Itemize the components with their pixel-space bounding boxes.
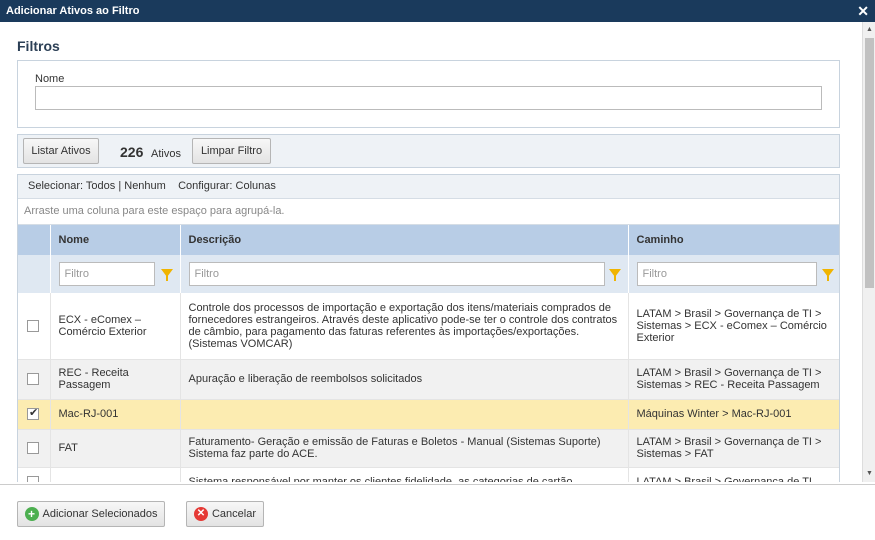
scrollbar-thumb[interactable]: [865, 38, 874, 288]
row-checkbox-checked[interactable]: [27, 406, 39, 420]
name-filter-cell: Filtro: [50, 255, 181, 293]
row-checkbox[interactable]: [27, 319, 39, 332]
toolbar: Listar Ativos 226 Ativos Limpar Filtro: [17, 134, 840, 168]
row-name: [50, 467, 181, 482]
cancel-button[interactable]: ✕ Cancelar: [186, 501, 264, 527]
group-drop-zone[interactable]: Arraste uma coluna para este espaço para…: [18, 199, 839, 225]
table-row-selected[interactable]: Mac-RJ-001 Máquinas Winter > Mac-RJ-001: [18, 399, 839, 430]
row-name: Mac-RJ-001: [50, 399, 181, 430]
select-separator: |: [118, 180, 122, 192]
list-assets-button[interactable]: Listar Ativos: [23, 138, 99, 164]
table-row[interactable]: FAT Faturamento- Geração e emissão de Fa…: [18, 429, 839, 468]
filter-cell-empty: [18, 255, 51, 293]
name-column-header[interactable]: Nome: [50, 225, 181, 255]
row-checkbox[interactable]: [27, 442, 39, 454]
filter-panel: Nome: [17, 60, 840, 128]
table-row[interactable]: REC - Receita Passagem Apuração e libera…: [18, 359, 839, 400]
vertical-scrollbar[interactable]: ▲ ▼: [862, 22, 875, 482]
select-none-link[interactable]: Nenhum: [124, 180, 166, 192]
row-name: ECX - eComex – Comércio Exterior: [50, 293, 181, 360]
configure-columns-link[interactable]: Colunas: [236, 180, 276, 192]
assets-table: Nome Descrição Caminho Filtro Filtro Fil…: [18, 225, 839, 482]
grid-toolbar: Selecionar: Todos | Nenhum Configurar: C…: [18, 175, 839, 199]
row-checkbox[interactable]: [27, 373, 39, 385]
cancel-x-icon: ✕: [193, 507, 208, 522]
description-filter-cell: Filtro: [180, 255, 629, 293]
select-label: Selecionar:: [28, 180, 84, 192]
row-description: [180, 399, 629, 430]
row-description: Faturamento- Geração e emissão de Fatura…: [180, 429, 629, 468]
description-filter-input[interactable]: Filtro: [188, 262, 605, 286]
name-filter-input[interactable]: Filtro: [58, 262, 155, 286]
description-filter-funnel-icon[interactable]: [608, 269, 621, 281]
path-filter-cell: Filtro: [628, 255, 839, 293]
row-description: Sistema responsável por manter os client…: [180, 467, 629, 482]
close-icon[interactable]: ✕: [857, 0, 869, 22]
row-path: Máquinas Winter > Mac-RJ-001: [628, 399, 839, 430]
window-title: Adicionar Ativos ao Filtro: [6, 5, 140, 17]
select-all-link[interactable]: Todos: [86, 180, 115, 192]
table-row[interactable]: Sistema responsável por manter os client…: [18, 467, 839, 482]
scroll-up-arrow-icon[interactable]: ▲: [863, 24, 875, 36]
cancel-label: Cancelar: [211, 508, 257, 520]
checkbox-column-header: [18, 225, 51, 255]
name-label: Nome: [35, 73, 65, 85]
row-description: Controle dos processos de importação e e…: [180, 293, 629, 360]
window-titlebar: Adicionar Ativos ao Filtro ✕: [0, 0, 875, 22]
path-filter-input[interactable]: Filtro: [636, 262, 817, 286]
dialog-content: Filtros Nome Listar Ativos 226 Ativos Li…: [0, 22, 862, 482]
row-path: LATAM > Brasil > Governança de TI > Sist…: [628, 429, 839, 468]
configure-label: Configurar:: [178, 180, 233, 192]
clear-filter-button[interactable]: Limpar Filtro: [192, 138, 271, 164]
row-name: REC - Receita Passagem: [50, 359, 181, 400]
path-column-header[interactable]: Caminho: [628, 225, 839, 255]
table-row[interactable]: ECX - eComex – Comércio Exterior Control…: [18, 293, 839, 360]
row-path: LATAM > Brasil > Governança de TI: [628, 467, 839, 482]
name-filter-funnel-icon[interactable]: [160, 269, 173, 281]
asset-count: 226: [120, 144, 144, 160]
row-checkbox[interactable]: [27, 476, 39, 482]
dialog-footer: + Adicionar Selecionados ✕ Cancelar: [0, 484, 875, 540]
description-column-header[interactable]: Descrição: [180, 225, 629, 255]
assets-grid: Selecionar: Todos | Nenhum Configurar: C…: [17, 174, 840, 482]
row-name: FAT: [50, 429, 181, 468]
path-filter-funnel-icon[interactable]: [821, 269, 834, 281]
row-path: LATAM > Brasil > Governança de TI > Sist…: [628, 293, 839, 360]
asset-count-label: Ativos: [151, 148, 181, 160]
name-input[interactable]: [35, 86, 822, 110]
row-path: LATAM > Brasil > Governança de TI > Sist…: [628, 359, 839, 400]
add-selected-button[interactable]: + Adicionar Selecionados: [17, 501, 165, 527]
filters-heading: Filtros: [17, 38, 60, 54]
row-description: Apuração e liberação de reembolsos solic…: [180, 359, 629, 400]
scroll-down-arrow-icon[interactable]: ▼: [863, 468, 875, 480]
add-selected-label: Adicionar Selecionados: [42, 508, 158, 520]
add-plus-icon: +: [24, 507, 39, 522]
